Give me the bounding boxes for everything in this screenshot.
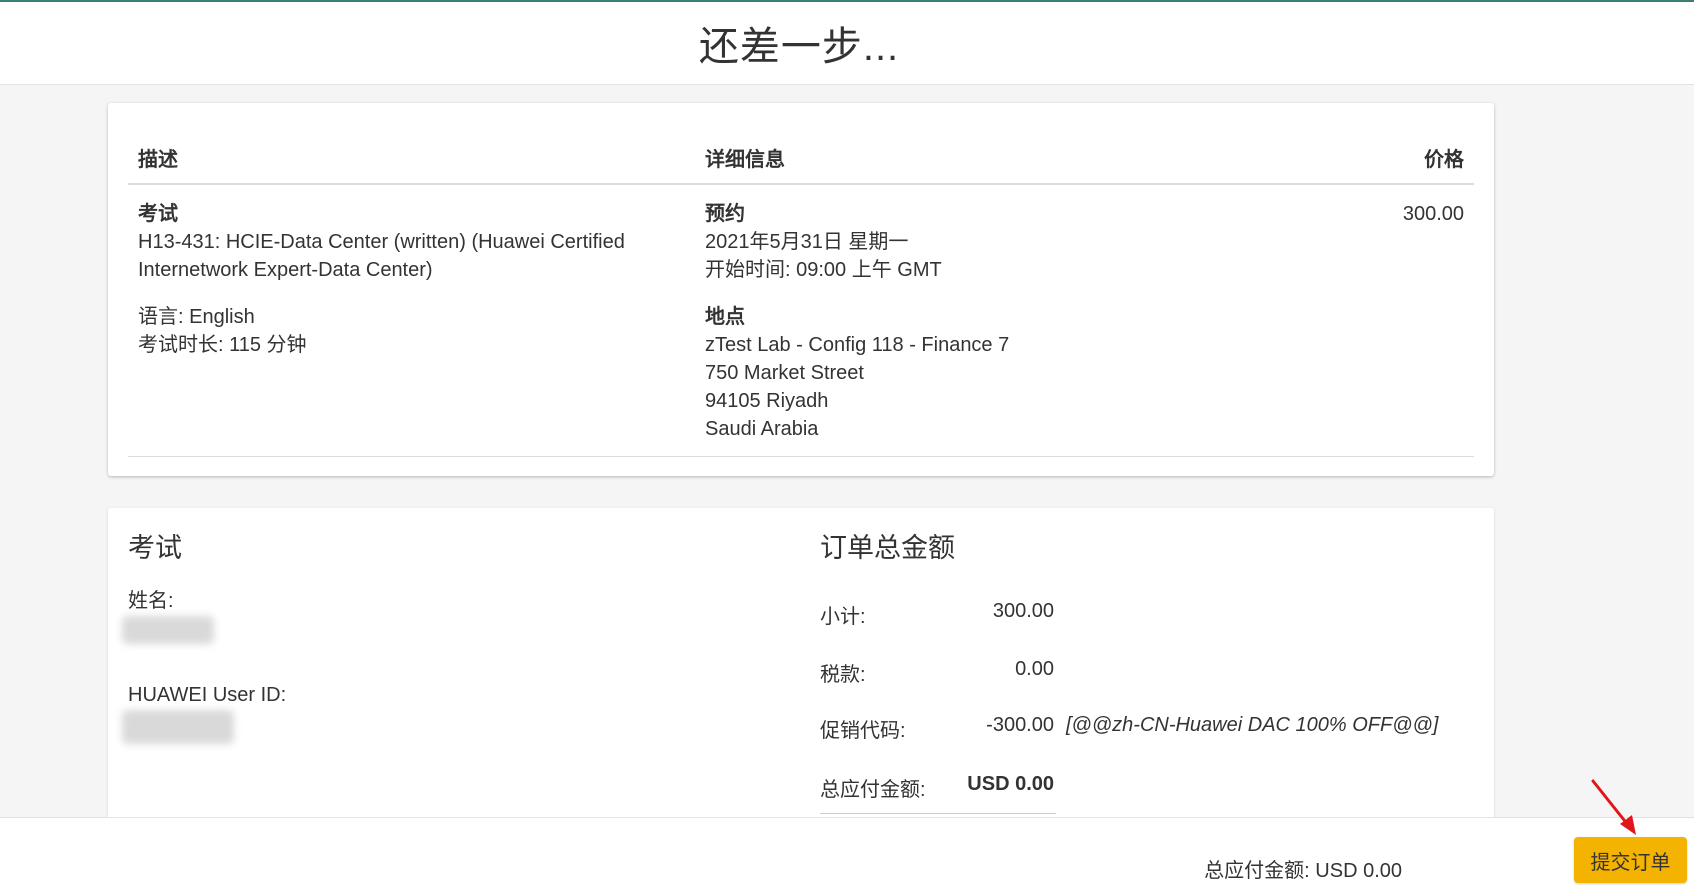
promo-code-label: 促销代码: [820,720,906,742]
footer-total-due: 总应付金额: USD 0.00 [1204,860,1402,882]
candidate-name-label: 姓名: [128,590,174,612]
table-header-row: 描述 详细信息 价格 [128,137,1474,185]
tax-value: 0.00 [1015,658,1054,680]
column-header-details: 详细信息 [705,149,785,171]
appointment-start-time: 开始时间: 09:00 上午 GMT [705,259,942,281]
page-title: 还差一步... [698,25,900,69]
appointment-date: 2021年5月31日 星期一 [705,231,909,253]
total-due-label: 总应付金额: [820,779,926,801]
exam-label: 考试 [138,203,178,225]
location-label: 地点 [705,306,745,328]
promo-code-value: -300.00 [986,714,1054,736]
user-id-label: HUAWEI User ID: [128,684,287,706]
price-cell: 300.00 [1402,203,1464,225]
location-name: zTest Lab - Config 118 - Finance 7 [705,334,1010,356]
page-header: 还差一步... [0,2,1694,85]
promo-code-text: [@@zh-CN-Huawei DAC 100% OFF@@] [1066,714,1439,736]
exam-name-line1: H13-431: HCIE-Data Center (written) (Hua… [138,231,625,253]
order-total-section-title: 订单总金额 [820,533,955,563]
submit-order-button[interactable]: 提交订单 [1574,837,1687,883]
total-due-value: USD 0.00 [967,773,1054,795]
exam-language: 语言: English [138,306,255,328]
location-country: Saudi Arabia [705,418,819,440]
description-cell: 考试 H13-431: HCIE-Data Center (written) (… [138,200,658,359]
order-details-card: 描述 详细信息 价格 考试 H13-431: HCIE-Data Center … [108,103,1494,476]
details-cell: 预约 2021年5月31日 星期一 开始时间: 09:00 上午 GMT 地点 … [705,200,1205,443]
sticky-footer: 总应付金额: USD 0.00 提交订单 [0,817,1694,890]
annotation-arrow-icon [1591,779,1636,835]
appointment-label: 预约 [705,203,745,225]
exam-duration: 考试时长: 115 分钟 [138,334,307,356]
exam-name-line2: Internetwork Expert-Data Center) [138,259,433,281]
column-header-price: 价格 [1424,149,1464,171]
subtotal-label: 小计: [820,606,866,628]
location-city: 94105 Riyadh [705,390,829,412]
candidate-name-redacted [122,616,214,644]
subtotal-value: 300.00 [992,600,1054,622]
location-street: 750 Market Street [705,362,864,384]
tax-label: 税款: [820,664,866,686]
user-id-redacted [122,710,234,744]
column-header-description: 描述 [138,149,178,171]
candidate-section-title: 考试 [128,533,182,563]
table-row-divider [128,456,1474,457]
summary-card: 考试 姓名: HUAWEI User ID: 订单总金额 小计: 300.00 … [108,508,1494,828]
total-divider [820,813,1056,814]
